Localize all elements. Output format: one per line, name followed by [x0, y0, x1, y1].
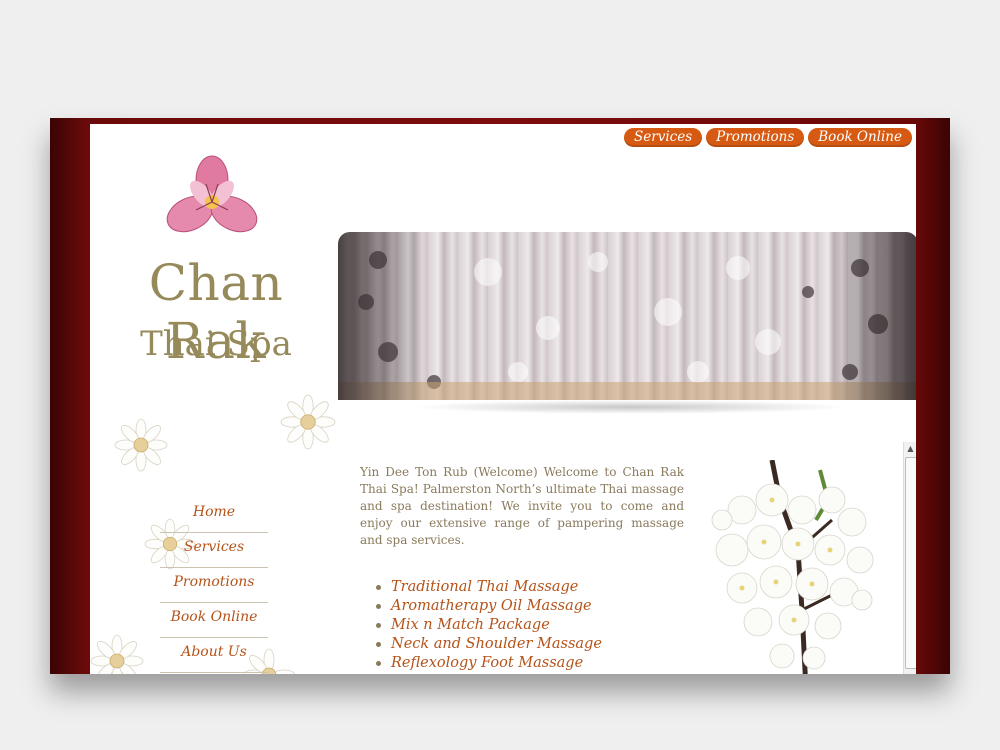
curtain-photo — [338, 232, 916, 400]
top-nav-book-online-button[interactable]: Book Online — [808, 128, 912, 147]
service-label: Aromatherapy Oil Massage — [391, 598, 592, 614]
side-navigation: Home Services Promotions Book Online Abo… — [160, 498, 268, 673]
bullet-icon — [376, 641, 381, 647]
side-nav-services-link[interactable]: Services — [160, 533, 268, 568]
side-nav-book-online-link[interactable]: Book Online — [160, 603, 268, 638]
browser-frame: Services Promotions Book Online Chan Rak… — [50, 118, 950, 674]
banner-shadow — [410, 400, 850, 414]
top-navigation: Services Promotions Book Online — [624, 128, 912, 147]
bullet-icon — [376, 660, 381, 666]
bullet-icon — [376, 603, 381, 609]
top-nav-promotions-button[interactable]: Promotions — [706, 128, 805, 147]
top-nav-services-button[interactable]: Services — [624, 128, 703, 147]
service-item[interactable]: Neck and Shoulder Massage — [376, 635, 602, 654]
service-item[interactable]: Mix n Match Package — [376, 616, 602, 635]
white-cherry-blossom-image — [711, 460, 874, 674]
white-daisy-icon — [90, 634, 144, 674]
scrollbar-thumb[interactable] — [905, 457, 916, 669]
service-label: Mix n Match Package — [391, 617, 550, 633]
service-item[interactable]: Reflexology Foot Massage — [376, 654, 602, 673]
webpage: Services Promotions Book Online Chan Rak… — [90, 124, 916, 674]
pink-lily-flower-icon — [166, 155, 258, 233]
service-label: Traditional Thai Massage — [391, 579, 579, 595]
site-subtitle: Thai Spa — [140, 324, 292, 364]
welcome-text: Yin Dee Ton Rub (Welcome) Welcome to Cha… — [360, 465, 684, 547]
scroll-up-arrow-icon[interactable]: ▲ — [904, 442, 916, 456]
white-daisy-icon — [114, 418, 168, 472]
side-nav-promotions-link[interactable]: Promotions — [160, 568, 268, 603]
services-list: Traditional Thai Massage Aromatherapy Oi… — [376, 578, 602, 673]
service-item[interactable]: Traditional Thai Massage — [376, 578, 602, 597]
service-label: Neck and Shoulder Massage — [391, 636, 602, 652]
bullet-icon — [376, 584, 381, 590]
content-scrollbar[interactable]: ▲ — [903, 442, 916, 674]
service-label: Reflexology Foot Massage — [391, 655, 584, 671]
side-nav-home-link[interactable]: Home — [160, 498, 268, 533]
bullet-icon — [376, 622, 381, 628]
service-item[interactable]: Aromatherapy Oil Massage — [376, 597, 602, 616]
white-daisy-icon — [280, 394, 336, 450]
side-nav-about-us-link[interactable]: About Us — [160, 638, 268, 673]
